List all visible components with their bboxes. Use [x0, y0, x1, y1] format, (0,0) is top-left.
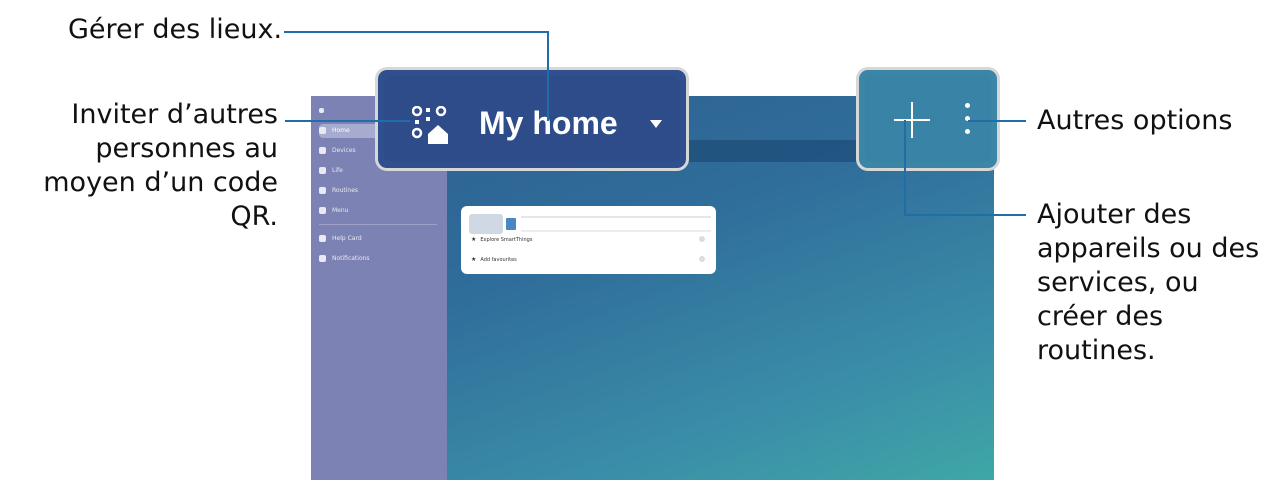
bell-icon	[319, 255, 326, 262]
caret-down-icon[interactable]	[650, 120, 662, 128]
actions-highlight	[856, 67, 1000, 171]
more-vertical-icon[interactable]	[965, 103, 971, 135]
devices-icon	[319, 147, 326, 154]
sidebar-item-label: Home	[332, 127, 350, 134]
help-icon	[319, 235, 326, 242]
sidebar-item-label: Devices	[332, 147, 356, 154]
star-icon: ★	[471, 256, 477, 263]
callout-add-devices: Ajouter des appareils ou des services, o…	[1037, 199, 1260, 366]
home-icon	[319, 127, 326, 134]
location-selector-highlight: My home	[375, 67, 689, 171]
sidebar-item-label: Life	[332, 167, 343, 174]
card-illustration	[469, 214, 503, 234]
sidebar-item-help-card[interactable]: Help Card	[319, 232, 437, 246]
card-row-label: Add favourites	[480, 257, 517, 263]
card-row-explore[interactable]: ★ Explore SmartThings	[471, 236, 711, 243]
sidebar-item-label: Menu	[332, 207, 349, 214]
callout-line-manage-drop	[547, 31, 549, 121]
actions-group	[865, 76, 991, 162]
plus-icon[interactable]	[892, 100, 932, 140]
sidebar-item-label: Routines	[332, 187, 359, 194]
callout-line-add-drop	[904, 120, 906, 216]
life-icon	[319, 167, 326, 174]
sidebar-item-menu[interactable]: Menu	[319, 204, 437, 218]
routines-icon	[319, 187, 326, 194]
callout-line-manage	[284, 31, 548, 33]
menu-icon	[319, 207, 326, 214]
callout-invite-qr: Inviter d’autres personnes au moyen d’un…	[43, 99, 278, 232]
card-description	[521, 216, 711, 232]
callout-manage-places: Gérer des lieux.	[68, 14, 283, 45]
welcome-card: ★ Explore SmartThings ★ Add favourites	[461, 206, 716, 274]
qr-home-icon[interactable]	[412, 106, 448, 146]
star-icon: ★	[471, 236, 477, 243]
chevron-right-icon	[699, 256, 705, 262]
callout-line-more	[968, 120, 1026, 122]
card-illustration-device	[506, 218, 516, 230]
sidebar-item-label: Notifications	[332, 255, 370, 262]
sidebar-item-routines[interactable]: Routines	[319, 184, 437, 198]
sidebar-divider	[319, 224, 437, 225]
sidebar-item-label: Help Card	[332, 235, 362, 242]
sidebar-item-notifications[interactable]: Notifications	[319, 252, 437, 266]
chevron-right-icon	[699, 236, 705, 242]
callout-more-options: Autres options	[1037, 105, 1233, 136]
callout-line-add	[904, 214, 1026, 216]
card-row-favourites[interactable]: ★ Add favourites	[471, 256, 711, 263]
callout-line-invite	[285, 120, 410, 122]
location-selector[interactable]: My home	[384, 76, 680, 162]
card-row-label: Explore SmartThings	[480, 237, 533, 243]
